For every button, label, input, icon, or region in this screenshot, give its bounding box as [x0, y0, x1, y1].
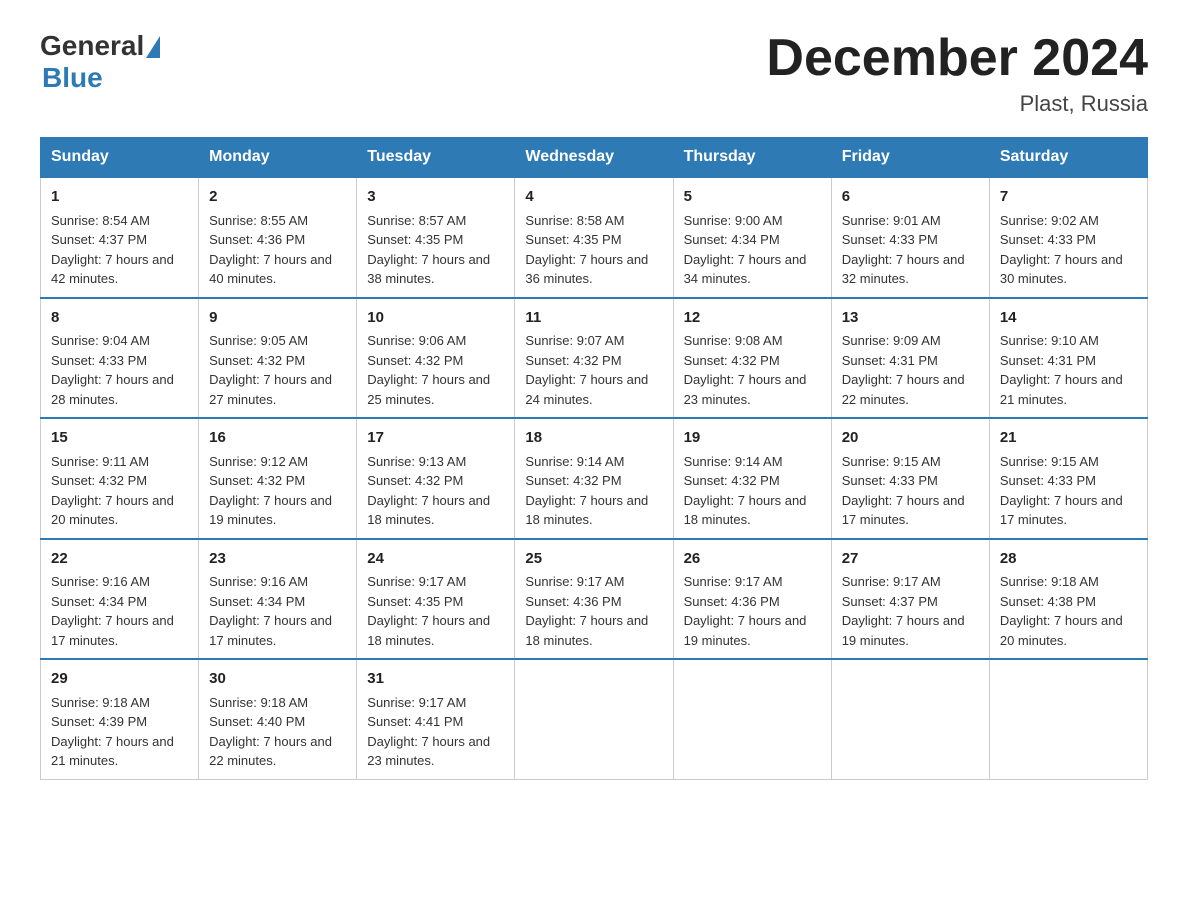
- day-number: 9: [209, 307, 346, 330]
- calendar-cell: 27Sunrise: 9:17 AMSunset: 4:37 PMDayligh…: [831, 539, 989, 660]
- logo: General Blue: [40, 30, 160, 94]
- calendar-cell: 12Sunrise: 9:08 AMSunset: 4:32 PMDayligh…: [673, 298, 831, 419]
- calendar-cell: 20Sunrise: 9:15 AMSunset: 4:33 PMDayligh…: [831, 418, 989, 539]
- calendar-cell: 14Sunrise: 9:10 AMSunset: 4:31 PMDayligh…: [989, 298, 1147, 419]
- day-number: 5: [684, 186, 821, 209]
- calendar-week-row: 29Sunrise: 9:18 AMSunset: 4:39 PMDayligh…: [41, 659, 1148, 779]
- page-header: General Blue December 2024 Plast, Russia: [40, 30, 1148, 117]
- day-number: 31: [367, 668, 504, 691]
- calendar-cell: [673, 659, 831, 779]
- calendar-week-row: 15Sunrise: 9:11 AMSunset: 4:32 PMDayligh…: [41, 418, 1148, 539]
- calendar-cell: 4Sunrise: 8:58 AMSunset: 4:35 PMDaylight…: [515, 177, 673, 298]
- calendar-cell: [989, 659, 1147, 779]
- day-number: 8: [51, 307, 188, 330]
- day-of-week-header: Sunday: [41, 138, 199, 178]
- day-number: 4: [525, 186, 662, 209]
- calendar-week-row: 8Sunrise: 9:04 AMSunset: 4:33 PMDaylight…: [41, 298, 1148, 419]
- calendar-cell: 18Sunrise: 9:14 AMSunset: 4:32 PMDayligh…: [515, 418, 673, 539]
- day-number: 29: [51, 668, 188, 691]
- day-number: 18: [525, 427, 662, 450]
- day-number: 28: [1000, 548, 1137, 571]
- calendar-cell: 3Sunrise: 8:57 AMSunset: 4:35 PMDaylight…: [357, 177, 515, 298]
- calendar-week-row: 1Sunrise: 8:54 AMSunset: 4:37 PMDaylight…: [41, 177, 1148, 298]
- calendar-cell: 7Sunrise: 9:02 AMSunset: 4:33 PMDaylight…: [989, 177, 1147, 298]
- day-number: 12: [684, 307, 821, 330]
- logo-general-text: General: [40, 30, 144, 62]
- calendar-cell: 2Sunrise: 8:55 AMSunset: 4:36 PMDaylight…: [199, 177, 357, 298]
- day-of-week-header: Wednesday: [515, 138, 673, 178]
- day-number: 22: [51, 548, 188, 571]
- calendar-cell: [515, 659, 673, 779]
- day-number: 11: [525, 307, 662, 330]
- calendar-cell: 29Sunrise: 9:18 AMSunset: 4:39 PMDayligh…: [41, 659, 199, 779]
- calendar-cell: 17Sunrise: 9:13 AMSunset: 4:32 PMDayligh…: [357, 418, 515, 539]
- day-number: 26: [684, 548, 821, 571]
- logo-blue-text: Blue: [42, 62, 103, 94]
- calendar-cell: 11Sunrise: 9:07 AMSunset: 4:32 PMDayligh…: [515, 298, 673, 419]
- day-number: 10: [367, 307, 504, 330]
- day-number: 6: [842, 186, 979, 209]
- calendar-cell: 21Sunrise: 9:15 AMSunset: 4:33 PMDayligh…: [989, 418, 1147, 539]
- calendar-header-row: SundayMondayTuesdayWednesdayThursdayFrid…: [41, 138, 1148, 178]
- calendar-cell: 10Sunrise: 9:06 AMSunset: 4:32 PMDayligh…: [357, 298, 515, 419]
- day-number: 20: [842, 427, 979, 450]
- day-of-week-header: Monday: [199, 138, 357, 178]
- day-number: 13: [842, 307, 979, 330]
- day-of-week-header: Tuesday: [357, 138, 515, 178]
- day-number: 30: [209, 668, 346, 691]
- calendar-cell: [831, 659, 989, 779]
- calendar-cell: 28Sunrise: 9:18 AMSunset: 4:38 PMDayligh…: [989, 539, 1147, 660]
- day-number: 23: [209, 548, 346, 571]
- day-number: 24: [367, 548, 504, 571]
- day-number: 27: [842, 548, 979, 571]
- calendar-cell: 26Sunrise: 9:17 AMSunset: 4:36 PMDayligh…: [673, 539, 831, 660]
- calendar-cell: 30Sunrise: 9:18 AMSunset: 4:40 PMDayligh…: [199, 659, 357, 779]
- day-number: 7: [1000, 186, 1137, 209]
- calendar-cell: 31Sunrise: 9:17 AMSunset: 4:41 PMDayligh…: [357, 659, 515, 779]
- calendar-cell: 19Sunrise: 9:14 AMSunset: 4:32 PMDayligh…: [673, 418, 831, 539]
- day-number: 17: [367, 427, 504, 450]
- title-area: December 2024 Plast, Russia: [766, 30, 1148, 117]
- day-of-week-header: Thursday: [673, 138, 831, 178]
- calendar-cell: 8Sunrise: 9:04 AMSunset: 4:33 PMDaylight…: [41, 298, 199, 419]
- calendar-cell: 24Sunrise: 9:17 AMSunset: 4:35 PMDayligh…: [357, 539, 515, 660]
- calendar-cell: 5Sunrise: 9:00 AMSunset: 4:34 PMDaylight…: [673, 177, 831, 298]
- calendar-cell: 6Sunrise: 9:01 AMSunset: 4:33 PMDaylight…: [831, 177, 989, 298]
- calendar-cell: 13Sunrise: 9:09 AMSunset: 4:31 PMDayligh…: [831, 298, 989, 419]
- month-title: December 2024: [766, 30, 1148, 87]
- day-number: 21: [1000, 427, 1137, 450]
- calendar-cell: 16Sunrise: 9:12 AMSunset: 4:32 PMDayligh…: [199, 418, 357, 539]
- day-of-week-header: Friday: [831, 138, 989, 178]
- calendar-cell: 1Sunrise: 8:54 AMSunset: 4:37 PMDaylight…: [41, 177, 199, 298]
- calendar-table: SundayMondayTuesdayWednesdayThursdayFrid…: [40, 137, 1148, 780]
- day-number: 14: [1000, 307, 1137, 330]
- day-number: 3: [367, 186, 504, 209]
- calendar-week-row: 22Sunrise: 9:16 AMSunset: 4:34 PMDayligh…: [41, 539, 1148, 660]
- day-number: 16: [209, 427, 346, 450]
- day-number: 2: [209, 186, 346, 209]
- day-number: 1: [51, 186, 188, 209]
- day-number: 19: [684, 427, 821, 450]
- day-number: 25: [525, 548, 662, 571]
- calendar-cell: 15Sunrise: 9:11 AMSunset: 4:32 PMDayligh…: [41, 418, 199, 539]
- calendar-cell: 25Sunrise: 9:17 AMSunset: 4:36 PMDayligh…: [515, 539, 673, 660]
- calendar-cell: 9Sunrise: 9:05 AMSunset: 4:32 PMDaylight…: [199, 298, 357, 419]
- logo-arrow-icon: [146, 36, 160, 58]
- calendar-cell: 22Sunrise: 9:16 AMSunset: 4:34 PMDayligh…: [41, 539, 199, 660]
- calendar-cell: 23Sunrise: 9:16 AMSunset: 4:34 PMDayligh…: [199, 539, 357, 660]
- location-label: Plast, Russia: [766, 91, 1148, 117]
- day-number: 15: [51, 427, 188, 450]
- day-of-week-header: Saturday: [989, 138, 1147, 178]
